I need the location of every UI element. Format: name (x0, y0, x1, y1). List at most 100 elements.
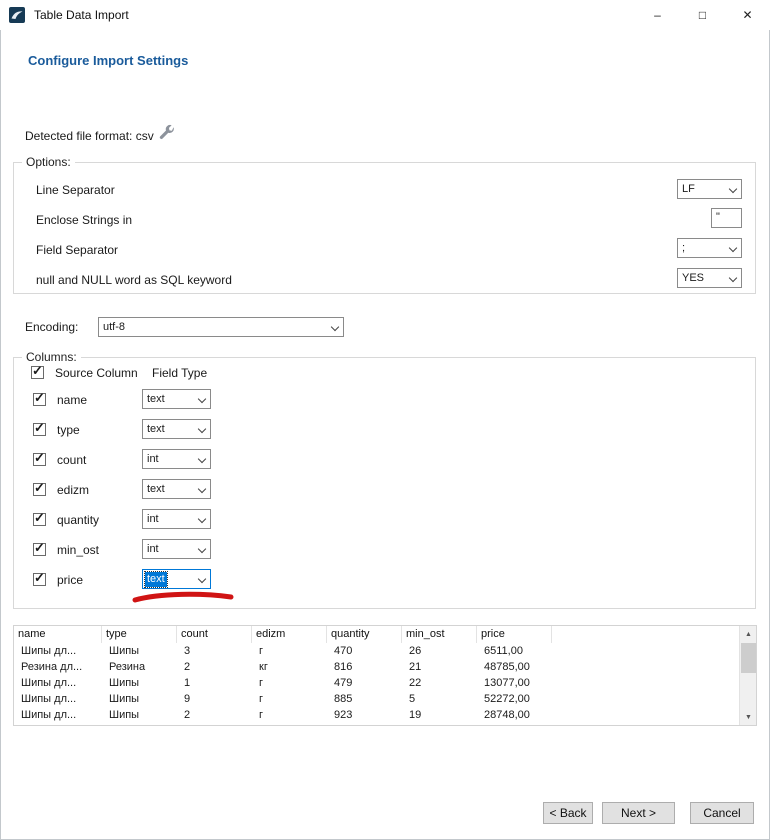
cell-price: 48785,00 (477, 659, 552, 675)
columns-legend: Columns: (22, 350, 81, 364)
null-keyword-label: null and NULL word as SQL keyword (36, 273, 232, 287)
field-type-value-price: text (145, 572, 167, 587)
minimize-button[interactable]: – (635, 0, 680, 30)
column-checkbox-min-ost[interactable]: ✓ (33, 543, 46, 556)
check-icon: ✓ (32, 363, 43, 379)
cell-type: Шипы (102, 707, 177, 723)
column-label-name: name (57, 393, 87, 407)
line-separator-label: Line Separator (36, 183, 115, 197)
window-title: Table Data Import (34, 8, 129, 22)
preview-header-price: price (477, 626, 552, 643)
cell-count: 2 (177, 707, 252, 723)
vertical-scrollbar[interactable]: ▲ ▼ (739, 626, 756, 725)
maximize-button[interactable]: □ (680, 0, 725, 30)
column-checkbox-edizm[interactable]: ✓ (33, 483, 46, 496)
check-icon: ✓ (34, 420, 45, 436)
cell-count: 1 (177, 675, 252, 691)
cell-edizm: г (252, 675, 327, 691)
back-button[interactable]: < Back (543, 802, 593, 824)
page-title: Configure Import Settings (28, 53, 188, 68)
preview-header-filler (552, 626, 741, 643)
line-separator-value: LF (682, 182, 695, 197)
column-checkbox-name[interactable]: ✓ (33, 393, 46, 406)
chevron-down-icon (198, 485, 206, 493)
table-row: Резина дл... Резина 2 кг 816 21 48785,00 (14, 659, 741, 675)
cancel-button[interactable]: Cancel (690, 802, 754, 824)
field-type-select-type[interactable]: text (142, 419, 211, 439)
chevron-down-icon (729, 244, 737, 252)
close-button[interactable]: ✕ (725, 0, 770, 30)
check-icon: ✓ (34, 570, 45, 586)
line-separator-select[interactable]: LF (677, 179, 742, 199)
cell-quantity: 470 (327, 643, 402, 659)
field-type-header: Field Type (152, 366, 207, 380)
field-separator-select[interactable]: ; (677, 238, 742, 258)
scrollbar-thumb[interactable] (741, 643, 756, 673)
table-row: Шипы дл... Шипы 1 г 479 22 13077,00 (14, 675, 741, 691)
cell-count: 3 (177, 643, 252, 659)
select-all-checkbox[interactable]: ✓ (31, 366, 44, 379)
column-checkbox-price[interactable]: ✓ (33, 573, 46, 586)
field-type-select-min-ost[interactable]: int (142, 539, 211, 559)
field-type-select-count[interactable]: int (142, 449, 211, 469)
annotation-underline (130, 589, 236, 605)
table-row: Шипы дл... Шипы 3 г 470 26 6511,00 (14, 643, 741, 659)
scroll-down-icon[interactable]: ▼ (740, 709, 757, 725)
field-type-value-type: text (147, 422, 165, 437)
cell-min-ost: 5 (402, 691, 477, 707)
cell-edizm: г (252, 691, 327, 707)
check-icon: ✓ (34, 480, 45, 496)
field-type-select-name[interactable]: text (142, 389, 211, 409)
cell-type: Шипы (102, 691, 177, 707)
chevron-down-icon (198, 395, 206, 403)
chevron-down-icon (198, 515, 206, 523)
column-checkbox-type[interactable]: ✓ (33, 423, 46, 436)
preview-header-name: name (14, 626, 102, 643)
column-label-min-ost: min_ost (57, 543, 99, 557)
field-type-select-price[interactable]: text (142, 569, 211, 589)
cell-price: 28748,00 (477, 707, 552, 723)
column-checkbox-count[interactable]: ✓ (33, 453, 46, 466)
cell-edizm: г (252, 707, 327, 723)
mysql-workbench-icon (9, 7, 25, 23)
field-type-select-edizm[interactable]: text (142, 479, 211, 499)
field-separator-label: Field Separator (36, 243, 118, 257)
columns-group: Columns: ✓ Source Column Field Type ✓ na… (13, 357, 756, 609)
wrench-icon[interactable] (158, 124, 176, 142)
check-icon: ✓ (34, 450, 45, 466)
field-separator-value: ; (682, 241, 685, 256)
caption-buttons: – □ ✕ (635, 0, 770, 30)
field-type-select-quantity[interactable]: int (142, 509, 211, 529)
cell-name: Шипы дл... (14, 643, 102, 659)
chevron-down-icon (198, 545, 206, 553)
chevron-down-icon (198, 575, 206, 583)
title-bar: Table Data Import – □ ✕ (0, 0, 770, 30)
options-group: Options: Line Separator LF Enclose Strin… (13, 162, 756, 294)
null-keyword-value: YES (682, 271, 704, 286)
enclose-strings-input[interactable]: " (711, 208, 742, 228)
cell-min-ost: 21 (402, 659, 477, 675)
chevron-down-icon (729, 274, 737, 282)
column-label-count: count (57, 453, 86, 467)
preview-header-quantity: quantity (327, 626, 402, 643)
preview-header-edizm: edizm (252, 626, 327, 643)
chevron-down-icon (729, 185, 737, 193)
encoding-select[interactable]: utf-8 (98, 317, 344, 337)
field-type-value-min-ost: int (147, 542, 159, 557)
column-checkbox-quantity[interactable]: ✓ (33, 513, 46, 526)
null-keyword-select[interactable]: YES (677, 268, 742, 288)
preview-table: name type count edizm quantity min_ost p… (13, 625, 757, 726)
cell-min-ost: 19 (402, 707, 477, 723)
field-type-value-quantity: int (147, 512, 159, 527)
column-label-edizm: edizm (57, 483, 89, 497)
encoding-label: Encoding: (25, 320, 78, 334)
next-button[interactable]: Next > (602, 802, 675, 824)
cell-min-ost: 26 (402, 643, 477, 659)
chevron-down-icon (331, 323, 339, 331)
field-type-value-count: int (147, 452, 159, 467)
check-icon: ✓ (34, 540, 45, 556)
table-row: Шипы дл... Шипы 9 г 885 5 52272,00 (14, 691, 741, 707)
scroll-up-icon[interactable]: ▲ (740, 626, 757, 642)
cell-count: 2 (177, 659, 252, 675)
cell-min-ost: 22 (402, 675, 477, 691)
